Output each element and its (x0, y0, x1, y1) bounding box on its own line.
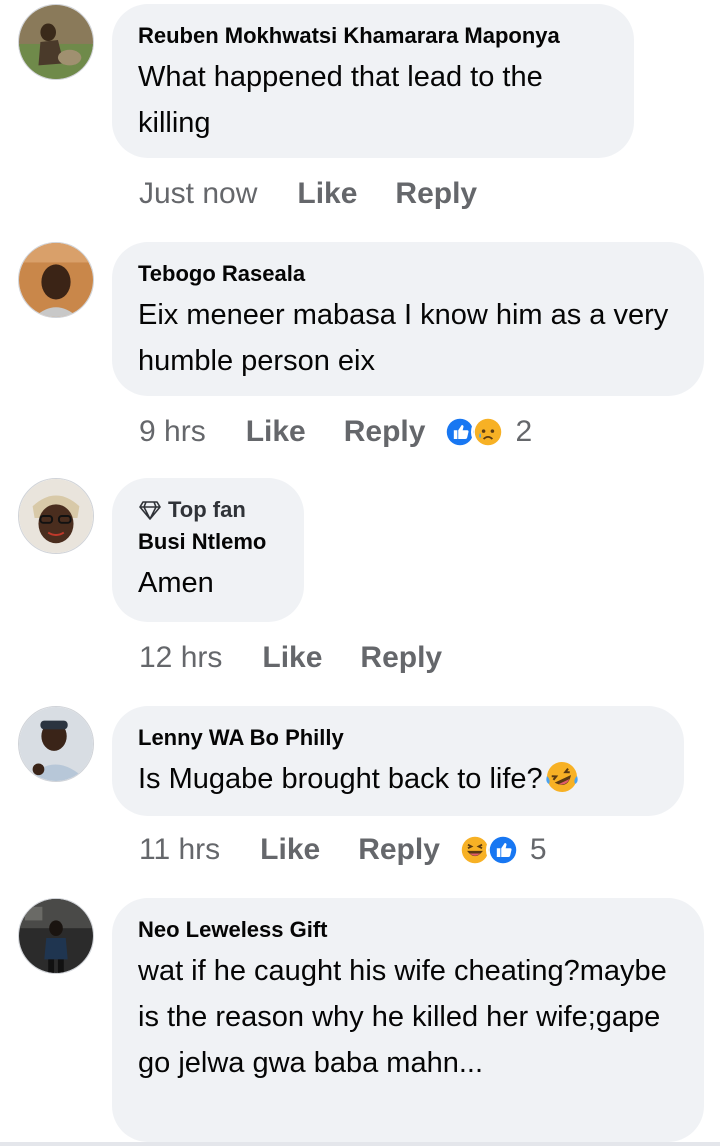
like-button[interactable]: Like (260, 832, 320, 868)
comment-text: What happened that lead to the killing (138, 61, 543, 139)
top-fan-label: Top fan (168, 497, 246, 522)
comment-time[interactable]: 11 hrs (139, 832, 220, 868)
like-button[interactable]: Like (297, 176, 357, 212)
comment-author[interactable]: Lenny WA Bo Philly (138, 724, 658, 752)
reaction-summary[interactable] (443, 415, 506, 449)
comment-bubble: Lenny WA Bo Philly Is Mugabe brought bac… (112, 706, 684, 816)
avatar[interactable] (18, 242, 94, 318)
like-button[interactable]: Like (262, 640, 322, 676)
avatar[interactable] (18, 4, 94, 80)
comment-author[interactable]: Busi Ntlemo (138, 528, 278, 556)
avatar[interactable] (18, 898, 94, 974)
comment-bubble: Neo Leweless Gift wat if he caught his w… (112, 898, 704, 1142)
avatar[interactable] (18, 478, 94, 554)
diamond-icon (139, 501, 161, 520)
comment-text: wat if he caught his wife cheating?maybe… (138, 955, 667, 1079)
comment-time[interactable]: 9 hrs (139, 414, 206, 450)
comment-author[interactable]: Reuben Mokhwatsi Khamarara Maponya (138, 22, 608, 50)
reply-button[interactable]: Reply (344, 414, 426, 450)
top-fan-badge: Top fan (138, 496, 278, 524)
reply-button[interactable]: Reply (358, 832, 440, 868)
comment-actions: 12 hrs Like Reply (139, 640, 460, 676)
reaction-count[interactable]: 2 (515, 414, 532, 450)
like-icon (485, 833, 520, 867)
reaction-count[interactable]: 5 (530, 832, 547, 868)
comment-text-content: Is Mugabe brought back to life? (138, 763, 543, 795)
comment-actions: Just now Like Reply (139, 176, 495, 212)
comment-bubble: Reuben Mokhwatsi Khamarara Maponya What … (112, 4, 634, 158)
comment-bubble: Top fan Busi Ntlemo Amen (112, 478, 304, 622)
comment-text: Eix meneer mabasa I know him as a very h… (138, 299, 669, 377)
reaction-summary[interactable] (457, 833, 520, 867)
reply-button[interactable]: Reply (395, 176, 477, 212)
sad-icon (471, 415, 506, 449)
comment-text: Amen (138, 567, 214, 599)
reply-button[interactable]: Reply (360, 640, 442, 676)
avatar[interactable] (18, 706, 94, 782)
like-button[interactable]: Like (246, 414, 306, 450)
comment-actions: 9 hrs Like Reply 2 (139, 414, 532, 450)
comment-author[interactable]: Neo Leweless Gift (138, 916, 678, 944)
divider (0, 1142, 720, 1146)
comment-bubble: Tebogo Raseala Eix meneer mabasa I know … (112, 242, 704, 396)
rolling-laughing-emoji (545, 760, 579, 794)
comment-time[interactable]: Just now (139, 176, 257, 212)
comment-time[interactable]: 12 hrs (139, 640, 222, 676)
comment-actions: 11 hrs Like Reply 5 (139, 832, 547, 868)
comment-text: Is Mugabe brought back to life? (138, 756, 658, 802)
comment-author[interactable]: Tebogo Raseala (138, 260, 678, 288)
